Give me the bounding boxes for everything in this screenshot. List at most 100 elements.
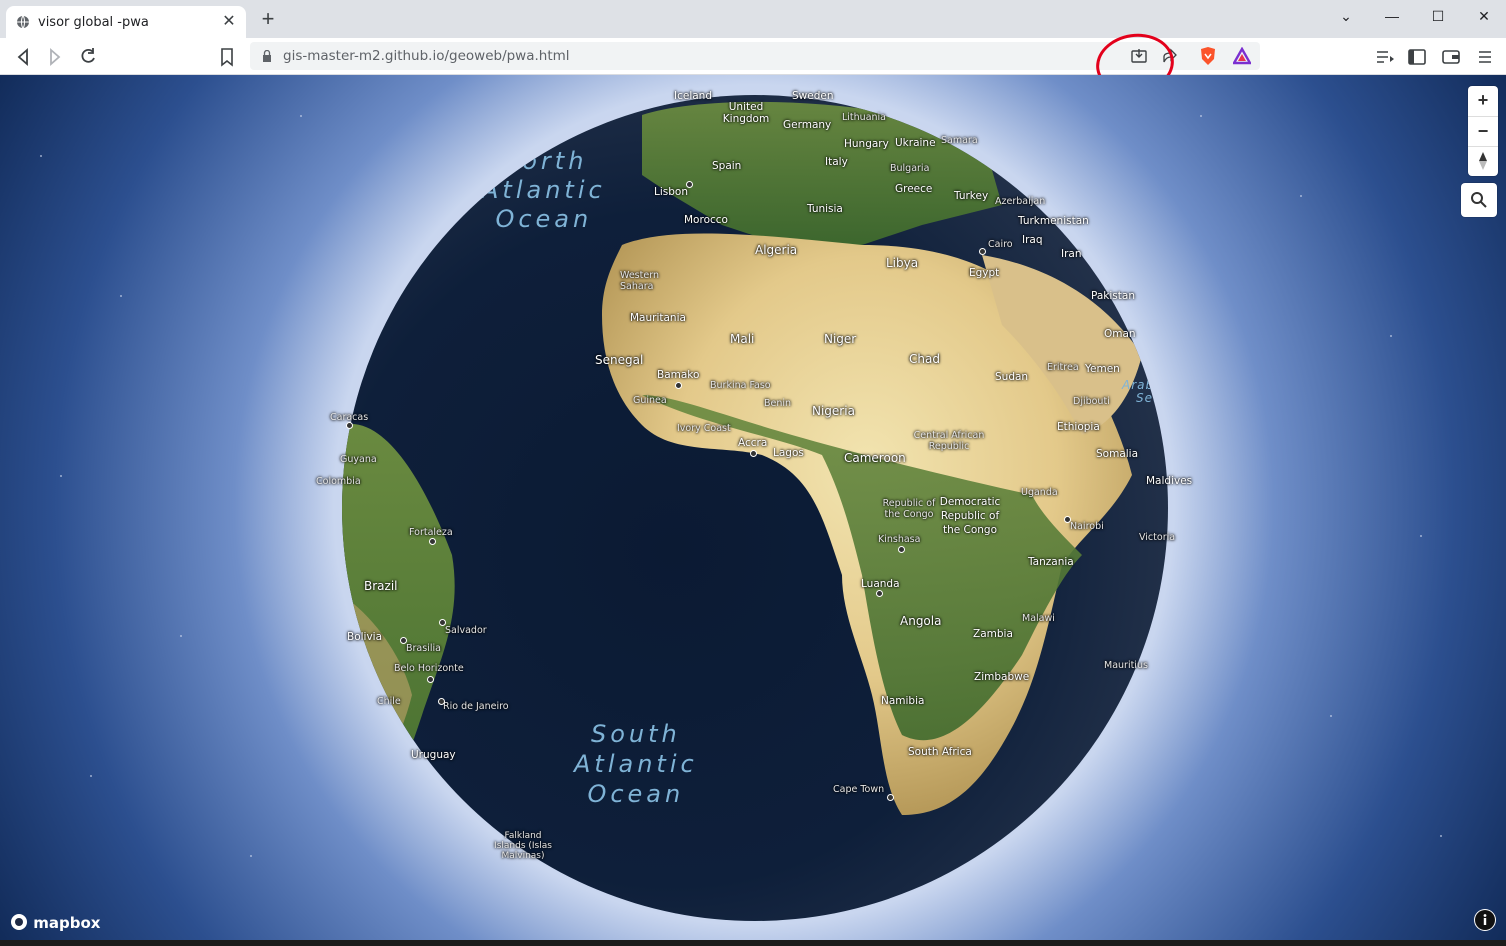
maximize-button[interactable]: ☐ bbox=[1418, 4, 1458, 28]
browser-toolbar: gis-master-m2.github.io/geoweb/pwa.html bbox=[0, 38, 1506, 75]
place-label: Tunisia bbox=[807, 203, 843, 215]
tab-close-icon[interactable]: ✕ bbox=[220, 13, 238, 31]
forward-icon[interactable] bbox=[44, 46, 66, 68]
place-label: Turkmenistan bbox=[1018, 215, 1089, 227]
star bbox=[60, 475, 62, 477]
zoom-controls: + − bbox=[1468, 86, 1498, 176]
zoom-in-button[interactable]: + bbox=[1468, 86, 1498, 115]
place-label: Yemen bbox=[1085, 363, 1120, 375]
place-label: Mauritius bbox=[1104, 660, 1148, 671]
info-icon bbox=[1475, 910, 1495, 930]
place-label: Iran bbox=[1061, 248, 1082, 260]
bookmark-icon[interactable] bbox=[216, 46, 238, 68]
place-label: Falkland Islands (Islas Malvinas) bbox=[494, 831, 552, 861]
lock-icon bbox=[263, 50, 271, 62]
place-label: Egypt bbox=[969, 267, 1000, 279]
brave-shields-icon[interactable] bbox=[1199, 46, 1217, 66]
place-label: Somalia bbox=[1096, 448, 1139, 460]
star bbox=[180, 635, 182, 637]
place-label: Cape Town bbox=[833, 784, 885, 795]
place-label: Libya bbox=[886, 256, 919, 270]
mapbox-logo[interactable]: mapbox bbox=[10, 913, 100, 932]
place-label: Zimbabwe bbox=[974, 671, 1030, 683]
mapbox-logo-icon bbox=[11, 914, 27, 930]
playlist-icon[interactable] bbox=[1374, 46, 1396, 68]
star bbox=[300, 115, 302, 117]
place-label: Belo Horizonte bbox=[394, 663, 464, 674]
place-label: Oman bbox=[1104, 328, 1136, 340]
place-label: Iceland bbox=[674, 90, 713, 102]
place-label: Angola bbox=[900, 614, 942, 628]
url-text: gis-master-m2.github.io/geoweb/pwa.html bbox=[283, 48, 570, 64]
globe[interactable]: North Atlantic Ocean South Atlantic Ocea… bbox=[272, 75, 1238, 940]
mapbox-logo-text: mapbox bbox=[33, 914, 101, 932]
place-label: Guyana bbox=[340, 454, 377, 465]
place-label: Burkina Faso bbox=[710, 380, 771, 391]
search-button[interactable] bbox=[1461, 183, 1497, 217]
place-label: Azerbaijan bbox=[995, 196, 1046, 207]
tab-title: visor global -pwa bbox=[38, 15, 149, 30]
place-label: Mali bbox=[730, 332, 755, 346]
place-label: Lagos bbox=[773, 447, 804, 459]
ocean-label-south-atlantic: South Atlantic Ocean bbox=[574, 720, 698, 808]
place-label: Cairo bbox=[988, 239, 1013, 250]
place-label: Mauritania bbox=[630, 312, 686, 324]
tab-search-chevron-icon[interactable]: ⌄ bbox=[1326, 4, 1366, 28]
place-label: Djibouti bbox=[1073, 396, 1110, 407]
sidebar-icon[interactable] bbox=[1406, 46, 1428, 68]
place-label: Tanzania bbox=[1028, 556, 1074, 568]
star bbox=[250, 855, 252, 857]
place-label: Niger bbox=[824, 332, 857, 346]
city-marker bbox=[427, 676, 434, 683]
place-label: Chad bbox=[909, 352, 940, 366]
place-label: Cameroon bbox=[844, 451, 906, 465]
zoom-out-button[interactable]: − bbox=[1468, 116, 1498, 146]
place-label: Uruguay bbox=[411, 749, 456, 761]
attribution-info-button[interactable] bbox=[1474, 909, 1496, 931]
browser-tab[interactable]: visor global -pwa ✕ bbox=[6, 6, 246, 38]
place-label: Uganda bbox=[1021, 487, 1058, 498]
place-label: Lisbon bbox=[654, 186, 688, 198]
place-label: Bulgaria bbox=[890, 163, 930, 174]
city-marker bbox=[686, 181, 693, 188]
window-bottom-border bbox=[0, 940, 1506, 946]
city-marker bbox=[429, 538, 436, 545]
place-label: Ivory Coast bbox=[677, 423, 731, 434]
place-label: Bolivia bbox=[347, 631, 383, 643]
wallet-icon[interactable] bbox=[1440, 46, 1462, 68]
city-marker bbox=[887, 794, 894, 801]
place-label: United Kingdom bbox=[722, 101, 770, 125]
place-label: Turkey bbox=[954, 190, 989, 202]
brave-rewards-icon[interactable] bbox=[1233, 47, 1251, 65]
star bbox=[1200, 115, 1202, 117]
city-marker bbox=[1064, 516, 1071, 523]
menu-icon[interactable] bbox=[1474, 46, 1496, 68]
reload-icon[interactable] bbox=[77, 46, 99, 68]
city-marker bbox=[898, 546, 905, 553]
place-label: Sudan bbox=[995, 371, 1029, 383]
place-label: Guinea bbox=[633, 395, 667, 406]
place-label: Ukraine bbox=[895, 137, 936, 149]
back-icon[interactable] bbox=[12, 46, 34, 68]
star bbox=[1300, 195, 1302, 197]
place-label: Malawi bbox=[1022, 613, 1055, 624]
map-canvas[interactable]: North Atlantic Ocean South Atlantic Ocea… bbox=[0, 75, 1506, 940]
place-label: Colombia bbox=[316, 476, 361, 487]
reset-north-button[interactable] bbox=[1468, 146, 1498, 176]
place-label: Salvador bbox=[445, 625, 487, 636]
new-tab-button[interactable]: + bbox=[258, 8, 278, 30]
place-label: Lithuania bbox=[842, 112, 887, 123]
place-label: Morocco bbox=[684, 214, 728, 226]
star bbox=[90, 775, 92, 777]
place-label: Samara bbox=[941, 135, 978, 146]
star bbox=[40, 155, 42, 157]
place-label: Zambia bbox=[973, 628, 1013, 640]
city-marker bbox=[400, 637, 407, 644]
city-marker bbox=[675, 382, 682, 389]
close-window-button[interactable]: ✕ bbox=[1464, 4, 1504, 28]
place-label: Greece bbox=[895, 183, 933, 195]
search-icon bbox=[1471, 192, 1487, 208]
place-label: Pakistan bbox=[1091, 290, 1135, 302]
place-label: Sweden bbox=[792, 90, 834, 102]
minimize-button[interactable]: — bbox=[1372, 4, 1412, 28]
